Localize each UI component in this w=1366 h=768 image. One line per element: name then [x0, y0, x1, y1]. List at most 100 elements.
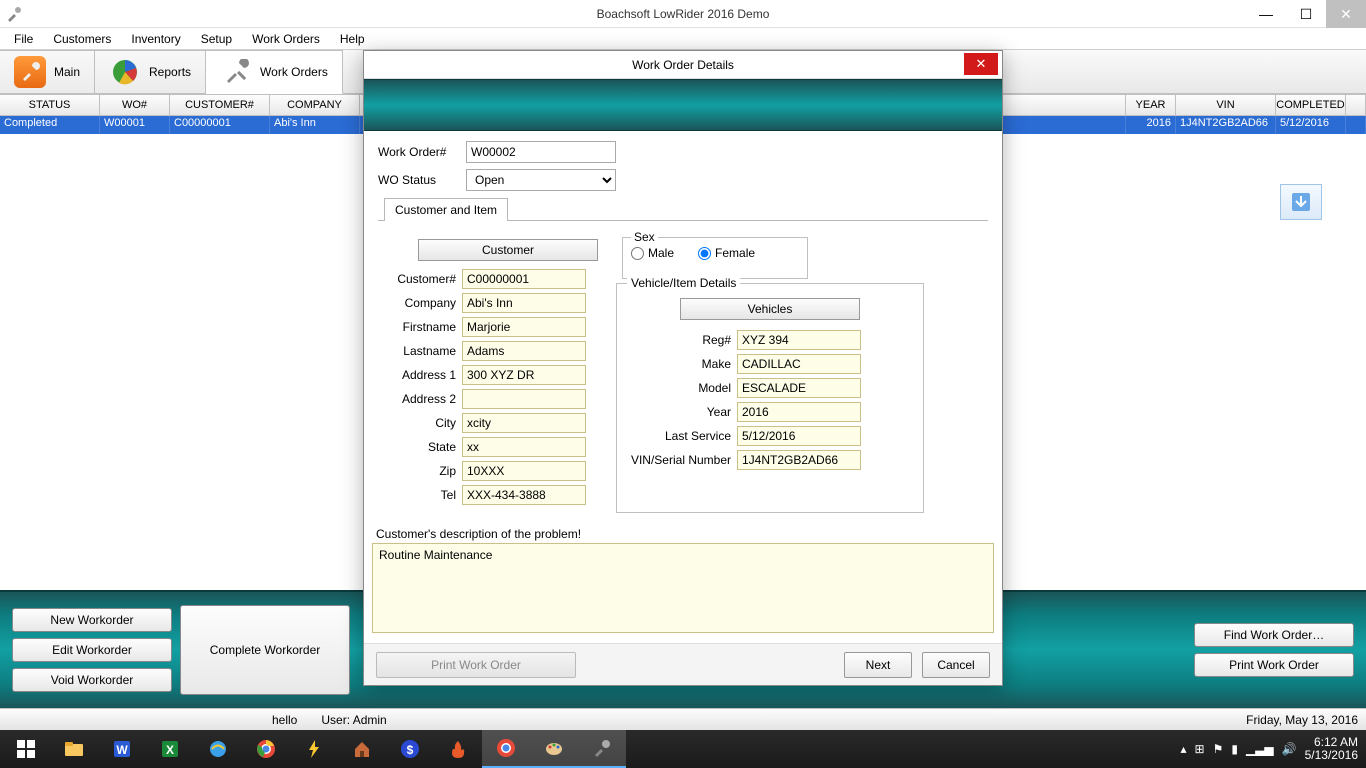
start-button[interactable] [2, 730, 50, 768]
close-button[interactable]: ✕ [1326, 0, 1366, 28]
tray-volume-icon[interactable]: 🔊 [1282, 742, 1297, 756]
lastname-label: Lastname [388, 344, 456, 358]
vin-input[interactable] [737, 450, 861, 470]
paint-icon[interactable] [530, 730, 578, 768]
dollar-icon[interactable]: $ [386, 730, 434, 768]
cell-vin: 1J4NT2GB2AD66 [1176, 116, 1276, 134]
zip-input[interactable] [462, 461, 586, 481]
sex-female-option[interactable]: Female [698, 246, 755, 260]
col-customer[interactable]: CUSTOMER# [170, 95, 270, 115]
void-workorder-button[interactable]: Void Workorder [12, 668, 172, 692]
reg-input[interactable] [737, 330, 861, 350]
menu-customers[interactable]: Customers [43, 30, 121, 48]
wrench-icon [14, 56, 46, 88]
window-title: Boachsoft LowRider 2016 Demo [597, 7, 770, 21]
firstname-input[interactable] [462, 317, 586, 337]
next-button[interactable]: Next [844, 652, 912, 678]
tray-clock[interactable]: 6:12 AM 5/13/2016 [1305, 736, 1358, 762]
tray-battery-icon[interactable]: ▮ [1231, 742, 1238, 756]
app-icon [4, 4, 24, 24]
complete-workorder-button[interactable]: Complete Workorder [180, 605, 350, 695]
sex-male-option[interactable]: Male [631, 246, 674, 260]
house-icon[interactable] [338, 730, 386, 768]
chrome-active-icon[interactable] [482, 730, 530, 768]
customer-num-input[interactable] [462, 269, 586, 289]
statusbar: hello User: Admin Friday, May 13, 2016 [0, 708, 1366, 730]
dialog-title: Work Order Details [632, 58, 734, 72]
lowrider-icon[interactable] [578, 730, 626, 768]
tab-main[interactable]: Main [0, 50, 95, 93]
problem-desc-label: Customer's description of the problem! [376, 527, 581, 541]
download-button[interactable] [1280, 184, 1322, 220]
firstname-label: Firstname [388, 320, 456, 334]
customer-picker-button[interactable]: Customer [418, 239, 598, 261]
system-tray[interactable]: ▴ ⊞ ⚑ ▮ ▁▃▅ 🔊 6:12 AM 5/13/2016 [1181, 736, 1365, 762]
vehicles-picker-button[interactable]: Vehicles [680, 298, 860, 320]
col-year[interactable]: YEAR [1126, 95, 1176, 115]
problem-desc-input[interactable] [372, 543, 994, 633]
menu-inventory[interactable]: Inventory [121, 30, 190, 48]
tab-customer-and-item[interactable]: Customer and Item [384, 198, 508, 221]
ie-icon[interactable] [194, 730, 242, 768]
reg-label: Reg# [627, 333, 731, 347]
word-icon[interactable]: W [98, 730, 146, 768]
maximize-button[interactable]: ☐ [1286, 0, 1326, 28]
clock-date: 5/13/2016 [1305, 749, 1358, 762]
new-workorder-button[interactable]: New Workorder [12, 608, 172, 632]
company-input[interactable] [462, 293, 586, 313]
col-company[interactable]: COMPANY [270, 95, 360, 115]
vehicle-group: Vehicle/Item Details Vehicles Reg# Make … [616, 283, 924, 513]
cell-completed: 5/12/2016 [1276, 116, 1346, 134]
flame-icon[interactable] [434, 730, 482, 768]
dialog-close-button[interactable]: ✕ [964, 53, 998, 75]
dialog-footer: Print Work Order Next Cancel [364, 643, 1002, 685]
year-input[interactable] [737, 402, 861, 422]
state-input[interactable] [462, 437, 586, 457]
col-wo[interactable]: WO# [100, 95, 170, 115]
tab-workorders[interactable]: Work Orders [206, 50, 343, 94]
lastname-input[interactable] [462, 341, 586, 361]
cancel-button[interactable]: Cancel [922, 652, 990, 678]
tray-chevron-up-icon[interactable]: ▴ [1181, 742, 1187, 756]
tray-wifi-icon[interactable]: ▁▃▅ [1246, 742, 1274, 756]
find-workorder-button[interactable]: Find Work Order… [1194, 623, 1354, 647]
explorer-icon[interactable] [50, 730, 98, 768]
city-input[interactable] [462, 413, 586, 433]
sex-legend: Sex [631, 230, 658, 244]
tools-icon [220, 56, 252, 88]
tray-window-icon[interactable]: ⊞ [1195, 742, 1205, 756]
col-status[interactable]: STATUS [0, 95, 100, 115]
menu-file[interactable]: File [4, 30, 43, 48]
tab-workorders-label: Work Orders [260, 65, 328, 79]
print-workorder-button[interactable]: Print Work Order [1194, 653, 1354, 677]
minimize-button[interactable]: — [1246, 0, 1286, 28]
last-service-input[interactable] [737, 426, 861, 446]
model-label: Model [627, 381, 731, 395]
col-end [1346, 95, 1366, 115]
workorder-num-input[interactable] [466, 141, 616, 163]
sex-male-radio[interactable] [631, 247, 644, 260]
svg-text:W: W [116, 743, 128, 757]
lightning-icon[interactable] [290, 730, 338, 768]
status-user: User: Admin [321, 713, 386, 727]
tel-input[interactable] [462, 485, 586, 505]
address1-input[interactable] [462, 365, 586, 385]
address2-label: Address 2 [388, 392, 456, 406]
menu-help[interactable]: Help [330, 30, 375, 48]
sex-female-radio[interactable] [698, 247, 711, 260]
edit-workorder-button[interactable]: Edit Workorder [12, 638, 172, 662]
dialog-titlebar: Work Order Details ✕ [364, 51, 1002, 79]
chrome-icon[interactable] [242, 730, 290, 768]
tray-flag-icon[interactable]: ⚑ [1213, 742, 1224, 756]
excel-icon[interactable]: X [146, 730, 194, 768]
wo-status-select[interactable]: Open [466, 169, 616, 191]
address1-label: Address 1 [388, 368, 456, 382]
col-completed[interactable]: COMPLETED [1276, 95, 1346, 115]
model-input[interactable] [737, 378, 861, 398]
make-input[interactable] [737, 354, 861, 374]
menu-setup[interactable]: Setup [191, 30, 242, 48]
address2-input[interactable] [462, 389, 586, 409]
col-vin[interactable]: VIN [1176, 95, 1276, 115]
menu-workorders[interactable]: Work Orders [242, 30, 330, 48]
tab-reports[interactable]: Reports [95, 50, 206, 93]
